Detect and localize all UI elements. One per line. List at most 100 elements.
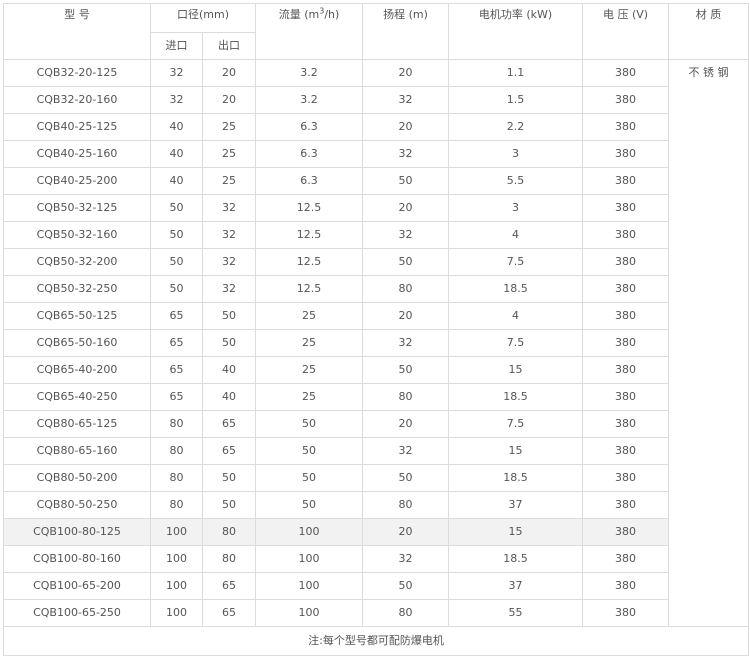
- cell-power: 4: [448, 302, 584, 330]
- cell-model: CQB65-50-160: [3, 329, 151, 357]
- cell-flow: 100: [255, 518, 364, 546]
- cell-flow: 50: [255, 410, 364, 438]
- cell-outlet: 65: [201, 599, 257, 627]
- cell-head: 80: [362, 599, 450, 627]
- header-head: 扬程 (m): [362, 3, 450, 60]
- cell-flow: 25: [255, 302, 364, 330]
- cell-outlet: 80: [201, 545, 257, 573]
- cell-power: 4: [448, 221, 584, 249]
- header-flow-prefix: 流量 (m: [278, 8, 320, 21]
- table-row: CQB100-80-125 100 80 100 20 15 380: [3, 518, 749, 546]
- cell-power: 18.5: [448, 275, 584, 303]
- cell-power: 18.5: [448, 464, 584, 492]
- cell-voltage: 380: [582, 167, 670, 195]
- cell-power: 37: [448, 572, 584, 600]
- cell-model: CQB32-20-125: [3, 59, 151, 87]
- cell-outlet: 80: [201, 518, 257, 546]
- cell-head: 50: [362, 572, 450, 600]
- cell-flow: 12.5: [255, 275, 364, 303]
- cell-model: CQB50-32-200: [3, 248, 151, 276]
- cell-inlet: 100: [150, 599, 203, 627]
- cell-voltage: 380: [582, 383, 670, 411]
- cell-flow: 50: [255, 464, 364, 492]
- cell-flow: 50: [255, 491, 364, 519]
- cell-model: CQB100-65-200: [3, 572, 151, 600]
- table-row: CQB100-65-250 100 65 100 80 55 380: [3, 599, 749, 627]
- cell-flow: 3.2: [255, 86, 364, 114]
- cell-inlet: 65: [150, 329, 203, 357]
- cell-head: 32: [362, 329, 450, 357]
- cell-head: 32: [362, 437, 450, 465]
- cell-model: CQB50-32-160: [3, 221, 151, 249]
- cell-inlet: 40: [150, 167, 203, 195]
- cell-power: 1.1: [448, 59, 584, 87]
- cell-outlet: 32: [201, 275, 257, 303]
- cell-model: CQB80-50-200: [3, 464, 151, 492]
- table-row: CQB40-25-125 40 25 6.3 20 2.2 380: [3, 113, 749, 141]
- cell-flow: 6.3: [255, 113, 364, 141]
- table-row: CQB80-65-125 80 65 50 20 7.5 380: [3, 410, 749, 438]
- cell-voltage: 380: [582, 491, 670, 519]
- cell-head: 50: [362, 356, 450, 384]
- table-row: CQB80-65-160 80 65 50 32 15 380: [3, 437, 749, 465]
- cell-flow: 25: [255, 383, 364, 411]
- cell-outlet: 50: [201, 302, 257, 330]
- cell-voltage: 380: [582, 545, 670, 573]
- cell-flow: 3.2: [255, 59, 364, 87]
- cell-power: 37: [448, 491, 584, 519]
- table-row: CQB50-32-250 50 32 12.5 80 18.5 380: [3, 275, 749, 303]
- cell-outlet: 50: [201, 329, 257, 357]
- cell-voltage: 380: [582, 59, 670, 87]
- cell-voltage: 380: [582, 113, 670, 141]
- cell-outlet: 20: [201, 86, 257, 114]
- cell-flow: 6.3: [255, 167, 364, 195]
- cell-model: CQB40-25-200: [3, 167, 151, 195]
- cell-outlet: 40: [201, 356, 257, 384]
- header-flow: 流量 (m3/h): [255, 3, 364, 60]
- table-row: CQB65-50-125 65 50 25 20 4 380: [3, 302, 749, 330]
- cell-voltage: 380: [582, 221, 670, 249]
- header-flow-suffix: /h): [324, 8, 340, 21]
- cell-inlet: 65: [150, 383, 203, 411]
- cell-inlet: 80: [150, 437, 203, 465]
- cell-head: 20: [362, 518, 450, 546]
- table-row: CQB40-25-200 40 25 6.3 50 5.5 380: [3, 167, 749, 195]
- cell-outlet: 40: [201, 383, 257, 411]
- cell-outlet: 25: [201, 167, 257, 195]
- table-row: CQB50-32-125 50 32 12.5 20 3 380: [3, 194, 749, 222]
- cell-head: 32: [362, 86, 450, 114]
- table-row: CQB50-32-200 50 32 12.5 50 7.5 380: [3, 248, 749, 276]
- cell-head: 50: [362, 248, 450, 276]
- table-row: CQB40-25-160 40 25 6.3 32 3 380: [3, 140, 749, 168]
- cell-inlet: 50: [150, 194, 203, 222]
- cell-power: 18.5: [448, 545, 584, 573]
- cell-inlet: 100: [150, 572, 203, 600]
- cell-model: CQB40-25-160: [3, 140, 151, 168]
- table-row: CQB32-20-160 32 20 3.2 32 1.5 380: [3, 86, 749, 114]
- cell-head: 20: [362, 113, 450, 141]
- cell-flow: 12.5: [255, 248, 364, 276]
- cell-outlet: 25: [201, 113, 257, 141]
- cell-head: 20: [362, 194, 450, 222]
- cell-power: 15: [448, 437, 584, 465]
- cell-head: 80: [362, 275, 450, 303]
- cell-model: CQB40-25-125: [3, 113, 151, 141]
- table-row: CQB65-40-200 65 40 25 50 15 380: [3, 356, 749, 384]
- table-row: CQB50-32-160 50 32 12.5 32 4 380: [3, 221, 749, 249]
- cell-inlet: 100: [150, 545, 203, 573]
- cell-voltage: 380: [582, 86, 670, 114]
- cell-power: 18.5: [448, 383, 584, 411]
- cell-head: 50: [362, 464, 450, 492]
- cell-power: 7.5: [448, 329, 584, 357]
- header-model: 型 号: [3, 3, 151, 60]
- cell-outlet: 65: [201, 437, 257, 465]
- cell-flow: 100: [255, 599, 364, 627]
- cell-power: 7.5: [448, 410, 584, 438]
- cell-power: 15: [448, 518, 584, 546]
- table-row: CQB65-50-160 65 50 25 32 7.5 380: [3, 329, 749, 357]
- cell-voltage: 380: [582, 599, 670, 627]
- cell-power: 1.5: [448, 86, 584, 114]
- cell-model: CQB65-50-125: [3, 302, 151, 330]
- cell-model: CQB100-65-250: [3, 599, 151, 627]
- cell-head: 20: [362, 410, 450, 438]
